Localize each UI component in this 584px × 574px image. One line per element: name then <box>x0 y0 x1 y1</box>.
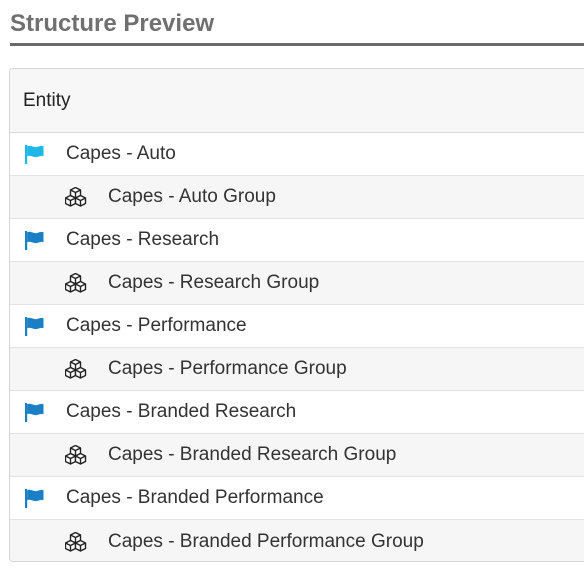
group-row[interactable]: Capes - Research Group <box>10 262 584 305</box>
entity-label: Capes - Performance <box>66 315 247 336</box>
flag-icon <box>23 315 45 337</box>
entity-row[interactable]: Capes - Branded Research <box>10 391 584 434</box>
entity-row[interactable]: Capes - Auto <box>10 133 584 176</box>
entity-row[interactable]: Capes - Branded Performance <box>10 477 584 520</box>
group-label: Capes - Auto Group <box>108 186 276 207</box>
entity-label: Capes - Branded Research <box>66 401 297 422</box>
table-body: Capes - Auto Capes - Auto Group Capes - Re… <box>10 133 584 561</box>
flag-icon <box>23 401 45 423</box>
cubes-icon <box>65 187 87 207</box>
entity-label: Capes - Auto <box>66 143 176 164</box>
cubes-icon <box>65 531 87 552</box>
group-row[interactable]: Capes - Auto Group <box>10 176 584 219</box>
cubes-icon <box>65 359 87 379</box>
group-row[interactable]: Capes - Branded Research Group <box>10 434 584 477</box>
flag-icon <box>23 229 45 251</box>
group-label: Capes - Branded Research Group <box>108 444 397 465</box>
cubes-icon <box>65 273 87 293</box>
title-divider <box>10 43 584 46</box>
entity-row[interactable]: Capes - Research <box>10 219 584 262</box>
structure-preview-section: Structure Preview Entity Capes - Auto Cap… <box>0 0 584 574</box>
group-label: Capes - Branded Performance Group <box>108 530 424 552</box>
entity-label: Capes - Research <box>66 229 220 250</box>
cubes-icon <box>65 445 87 465</box>
section-title: Structure Preview <box>10 10 215 37</box>
group-label: Capes - Performance Group <box>108 358 347 379</box>
group-row[interactable]: Capes - Performance Group <box>10 348 584 391</box>
column-header-entity: Entity <box>10 69 584 133</box>
flag-icon <box>23 487 45 509</box>
entity-row[interactable]: Capes - Performance <box>10 305 584 348</box>
group-row[interactable]: Capes - Branded Performance Group <box>10 520 584 561</box>
entity-label: Capes - Branded Performance <box>66 487 324 508</box>
flag-icon <box>23 143 45 165</box>
structure-table: Entity Capes - Auto Capes - Auto Group Cap… <box>9 68 584 562</box>
group-label: Capes - Research Group <box>108 272 320 293</box>
